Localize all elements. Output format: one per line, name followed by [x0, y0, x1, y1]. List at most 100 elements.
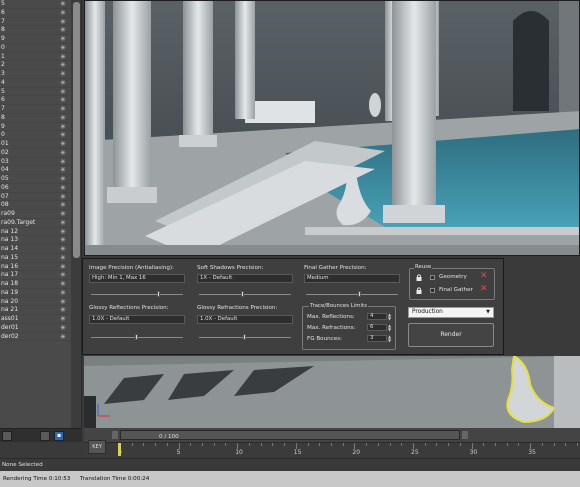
scene-object-row[interactable]: 0 ✳ — [0, 131, 81, 140]
scene-object-row[interactable]: 06 ✳ — [0, 184, 81, 193]
final-gather-slider-thumb[interactable] — [358, 291, 361, 297]
freeze-snowflake-icon[interactable]: ✳ — [60, 263, 66, 272]
final-gather-checkbox[interactable] — [430, 288, 435, 293]
scene-object-row[interactable]: 7 ✳ — [0, 18, 81, 27]
freeze-snowflake-icon[interactable]: ✳ — [60, 158, 66, 167]
freeze-snowflake-icon[interactable]: ✳ — [60, 210, 66, 219]
scene-object-row[interactable]: 08 ✳ — [0, 201, 81, 210]
image-precision-field[interactable]: High: Min 1, Max 16 — [89, 274, 185, 283]
image-precision-slider[interactable] — [91, 294, 183, 295]
key-filter-icon[interactable]: KEY — [88, 440, 106, 454]
freeze-snowflake-icon[interactable]: ✳ — [60, 96, 66, 105]
freeze-snowflake-icon[interactable]: ✳ — [60, 18, 66, 27]
perspective-viewport[interactable] — [84, 356, 580, 428]
scene-object-row[interactable]: na 16 ✳ — [0, 263, 81, 272]
freeze-snowflake-icon[interactable]: ✳ — [60, 324, 66, 333]
freeze-snowflake-icon[interactable]: ✳ — [60, 79, 66, 88]
freeze-snowflake-icon[interactable]: ✳ — [60, 70, 66, 79]
image-precision-slider-thumb[interactable] — [157, 291, 160, 297]
scene-object-row[interactable]: 05 ✳ — [0, 175, 81, 184]
glossy-refractions-slider-thumb[interactable] — [243, 334, 246, 340]
glossy-refractions-field[interactable]: 1.0X - Default — [197, 315, 293, 324]
previous-frame-icon[interactable] — [112, 431, 118, 439]
scene-object-row[interactable]: 3 ✳ — [0, 70, 81, 79]
scene-object-row[interactable]: na 20 ✳ — [0, 298, 81, 307]
scene-object-row[interactable]: 1 ✳ — [0, 53, 81, 62]
freeze-snowflake-icon[interactable]: ✳ — [60, 298, 66, 307]
freeze-snowflake-icon[interactable]: ✳ — [60, 228, 66, 237]
final-gather-precision-field[interactable]: Medium — [304, 274, 400, 283]
scene-object-row[interactable]: 8 ✳ — [0, 114, 81, 123]
freeze-snowflake-icon[interactable]: ✳ — [60, 35, 66, 44]
layer-explorer-icon[interactable]: ▪ — [54, 431, 64, 441]
scene-object-row[interactable]: na 12 ✳ — [0, 228, 81, 237]
freeze-snowflake-icon[interactable]: ✳ — [60, 236, 66, 245]
scene-object-row[interactable]: 5 ✳ — [0, 0, 81, 9]
display-filter-icon[interactable] — [40, 431, 50, 441]
soft-shadows-slider[interactable] — [199, 294, 291, 295]
scene-object-row[interactable]: 04 ✳ — [0, 166, 81, 175]
scene-object-row[interactable]: 02 ✳ — [0, 149, 81, 158]
freeze-snowflake-icon[interactable]: ✳ — [60, 193, 66, 202]
soft-shadows-precision-field[interactable]: 1X - Default — [197, 274, 293, 283]
freeze-snowflake-icon[interactable]: ✳ — [60, 131, 66, 140]
scene-object-row[interactable]: na 13 ✳ — [0, 236, 81, 245]
scene-object-row[interactable]: 7 ✳ — [0, 105, 81, 114]
freeze-snowflake-icon[interactable]: ✳ — [60, 280, 66, 289]
final-gather-slider[interactable] — [306, 294, 398, 295]
glossy-reflections-slider-thumb[interactable] — [135, 334, 138, 340]
scene-object-row[interactable]: 2 ✳ — [0, 61, 81, 70]
time-slider[interactable]: 0 / 100 — [120, 430, 460, 440]
scene-object-row[interactable]: der01 ✳ — [0, 324, 81, 333]
scene-object-row[interactable]: na 14 ✳ — [0, 245, 81, 254]
freeze-snowflake-icon[interactable]: ✳ — [60, 61, 66, 70]
geometry-lock-icon[interactable] — [416, 274, 422, 281]
max-reflections-spinner-arrows[interactable]: ▲ ▼ — [387, 313, 392, 321]
scene-object-row[interactable]: 6 ✳ — [0, 96, 81, 105]
scene-object-row[interactable]: na 18 ✳ — [0, 280, 81, 289]
freeze-snowflake-icon[interactable]: ✳ — [60, 254, 66, 263]
scene-object-row[interactable]: der02 ✳ — [0, 333, 81, 342]
timeline-track[interactable]: 05101520253035 — [84, 442, 580, 456]
fg-bounces-spinner-arrows[interactable]: ▲ ▼ — [387, 335, 392, 343]
rendered-viewport[interactable] — [84, 0, 580, 256]
geometry-checkbox[interactable] — [430, 275, 435, 280]
render-preset-dropdown[interactable]: Production ▼ — [408, 307, 494, 318]
scene-object-row[interactable]: 01 ✳ — [0, 140, 81, 149]
glossy-reflections-field[interactable]: 1.0X - Default — [89, 315, 185, 324]
scene-object-row[interactable]: na 19 ✳ — [0, 289, 81, 298]
freeze-snowflake-icon[interactable]: ✳ — [60, 105, 66, 114]
scene-object-row[interactable]: ass01 ✳ — [0, 315, 81, 324]
freeze-snowflake-icon[interactable]: ✳ — [60, 0, 66, 9]
freeze-snowflake-icon[interactable]: ✳ — [60, 245, 66, 254]
freeze-snowflake-icon[interactable]: ✳ — [60, 53, 66, 62]
scene-object-row[interactable]: 9 ✳ — [0, 123, 81, 132]
soft-shadows-slider-thumb[interactable] — [241, 291, 244, 297]
scene-object-row[interactable]: na 15 ✳ — [0, 254, 81, 263]
scene-object-row[interactable]: 6 ✳ — [0, 9, 81, 18]
render-button[interactable]: Render — [408, 323, 494, 347]
freeze-snowflake-icon[interactable]: ✳ — [60, 333, 66, 342]
explorer-options-icon[interactable] — [2, 431, 12, 441]
final-gather-lock-icon[interactable] — [416, 287, 422, 294]
freeze-snowflake-icon[interactable]: ✳ — [60, 44, 66, 53]
freeze-snowflake-icon[interactable]: ✳ — [60, 271, 66, 280]
freeze-snowflake-icon[interactable]: ✳ — [60, 123, 66, 132]
scene-object-row[interactable]: na 17 ✳ — [0, 271, 81, 280]
timeline-playhead[interactable] — [118, 443, 121, 456]
freeze-snowflake-icon[interactable]: ✳ — [60, 88, 66, 97]
scene-object-row[interactable]: ra09 ✳ — [0, 210, 81, 219]
scene-object-row[interactable]: 5 ✳ — [0, 88, 81, 97]
scene-object-row[interactable]: 8 ✳ — [0, 26, 81, 35]
fg-bounces-spinner[interactable]: 3 — [367, 335, 387, 342]
scene-object-row[interactable]: 03 ✳ — [0, 158, 81, 167]
freeze-snowflake-icon[interactable]: ✳ — [60, 219, 66, 228]
scene-object-row[interactable]: 07 ✳ — [0, 193, 81, 202]
freeze-snowflake-icon[interactable]: ✳ — [60, 166, 66, 175]
clear-geometry-close-icon[interactable]: ✕ — [480, 272, 488, 281]
freeze-snowflake-icon[interactable]: ✳ — [60, 315, 66, 324]
max-refractions-spinner[interactable]: 6 — [367, 324, 387, 331]
freeze-snowflake-icon[interactable]: ✳ — [60, 114, 66, 123]
scene-object-row[interactable]: 0 ✳ — [0, 44, 81, 53]
freeze-snowflake-icon[interactable]: ✳ — [60, 306, 66, 315]
